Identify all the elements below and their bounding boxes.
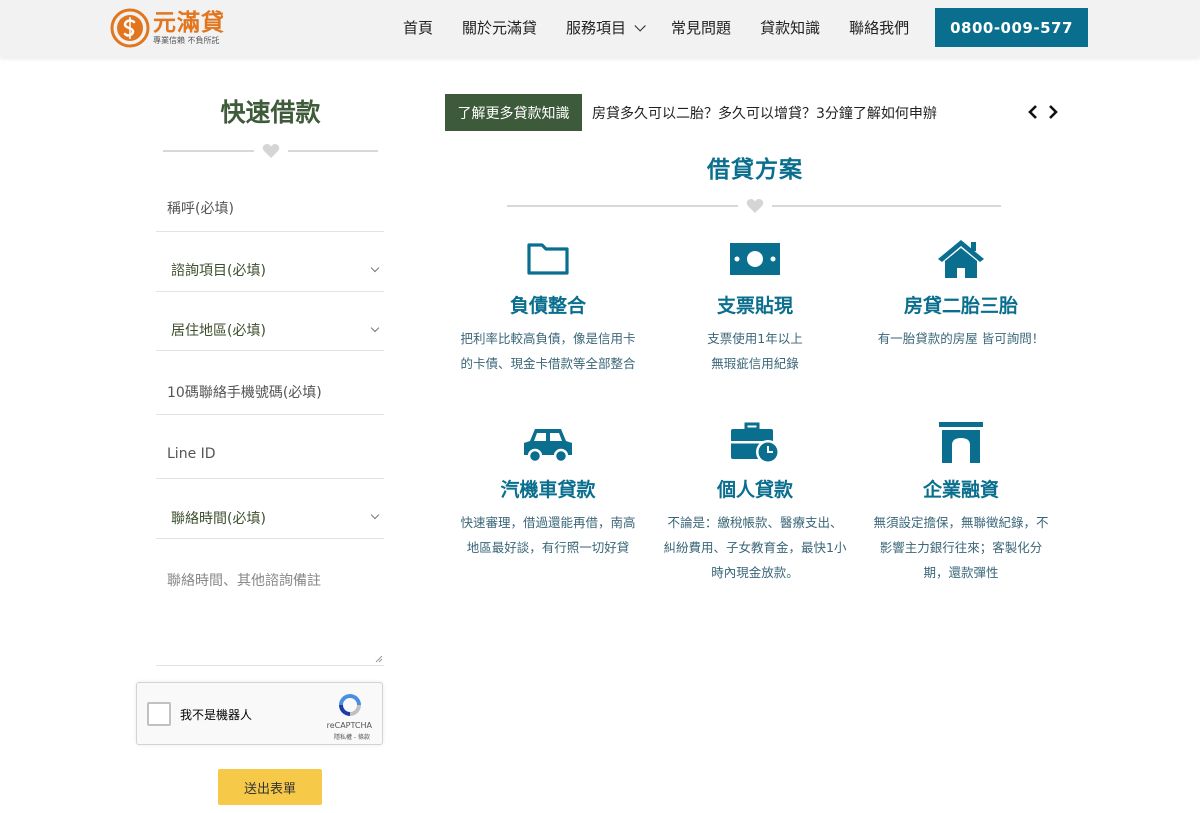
site-logo[interactable]: 元滿貸 專業信賴 不負所託 bbox=[110, 8, 225, 48]
nav-faq[interactable]: 常見問題 bbox=[671, 18, 731, 38]
archway-icon bbox=[939, 422, 983, 463]
recaptcha-brand: reCAPTCHA bbox=[326, 721, 372, 730]
logo-name: 元滿貸 bbox=[153, 10, 225, 36]
plan-title: 個人貸款 bbox=[716, 479, 793, 501]
plan-title: 房貸二胎三胎 bbox=[903, 295, 1018, 317]
plan-card-vehicle-loan[interactable]: 汽機車貸款 快速審理，借過還能再借，南高 地區最好談，有行照一切好貸 bbox=[448, 421, 648, 560]
mobile-placeholder: 10碼聯絡手機號碼(必填) bbox=[167, 385, 322, 401]
plan-description: 不論是：繳稅帳款、醫療支出、 糾紛費用、子女教育金，最快1小 時內現金放款。 bbox=[663, 515, 847, 580]
line-id-placeholder: Line ID bbox=[167, 446, 216, 462]
plan-card-second-mortgage[interactable]: 房貸二胎三胎 有一胎貸款的房屋 皆可詢問！ bbox=[861, 237, 1061, 351]
nav-knowledge[interactable]: 貸款知識 bbox=[760, 18, 820, 38]
recaptcha-widget: 我不是機器人 reCAPTCHA 隱私權 - 條款 bbox=[136, 682, 383, 745]
plan-title: 企業融資 bbox=[922, 479, 999, 501]
heart-icon bbox=[746, 199, 764, 213]
name-placeholder: 稱呼(必填) bbox=[167, 201, 234, 217]
plan-description: 有一胎貸款的房屋 皆可詢問！ bbox=[877, 331, 1045, 346]
contact-time-select[interactable]: 聯絡時間(必填) bbox=[156, 479, 384, 539]
chevron-down-icon bbox=[370, 510, 380, 520]
house-icon bbox=[938, 240, 984, 278]
region-value: 居住地區(必填) bbox=[171, 323, 266, 339]
plan-description: 把利率比較高負債，像是信用卡 的卡債、現金卡借款等全部整合 bbox=[460, 331, 636, 371]
plan-title: 負債整合 bbox=[509, 295, 586, 317]
plan-card-business-financing[interactable]: 企業融資 無須設定擔保，無聯徵紀錄，不 影響主力銀行往來；客製化分 期，還款彈性 bbox=[861, 421, 1061, 585]
folder-icon bbox=[527, 243, 569, 275]
submit-button[interactable]: 送出表單 bbox=[218, 769, 322, 805]
phone-button[interactable]: 0800-009-577 bbox=[935, 8, 1088, 47]
plan-card-check-discount[interactable]: 支票貼現 支票使用1年以上 無瑕疵信用紀錄 bbox=[655, 237, 855, 376]
plan-card-debt-consolidation[interactable]: 負債整合 把利率比較高負債，像是信用卡 的卡債、現金卡借款等全部整合 bbox=[448, 237, 648, 376]
consult-item-select[interactable]: 諮詢項目(必填) bbox=[156, 232, 384, 292]
news-ticker-title[interactable]: 房貸多久可以二胎？多久可以增貸？3分鐘了解如何申辦 bbox=[592, 103, 937, 123]
recaptcha-terms[interactable]: 隱私權 - 條款 bbox=[334, 732, 370, 741]
site-header: 元滿貸 專業信賴 不負所託 首頁 關於元滿貸 服務項目 常見問題 貸款知識 聯絡… bbox=[0, 0, 1200, 57]
contact-time-value: 聯絡時間(必填) bbox=[171, 511, 266, 527]
chevron-down-icon bbox=[370, 263, 380, 273]
knowledge-tag-button[interactable]: 了解更多貸款知識 bbox=[445, 94, 582, 131]
nav-contact[interactable]: 聯絡我們 bbox=[849, 18, 909, 38]
recaptcha-logo-icon bbox=[339, 694, 361, 716]
plan-description: 無須設定擔保，無聯徵紀錄，不 影響主力銀行往來；客製化分 期，還款彈性 bbox=[873, 515, 1049, 580]
notes-placeholder: 聯絡時間、其他諮詢備註 bbox=[167, 573, 321, 589]
plan-description: 支票使用1年以上 無瑕疵信用紀錄 bbox=[707, 331, 803, 371]
nav-about[interactable]: 關於元滿貸 bbox=[462, 18, 537, 38]
nav-services[interactable]: 服務項目 bbox=[566, 18, 646, 38]
plan-description: 快速審理，借過還能再借，南高 地區最好談，有行照一切好貸 bbox=[460, 515, 636, 555]
plans-title: 借貸方案 bbox=[707, 157, 803, 183]
chevron-down-icon bbox=[634, 20, 646, 32]
resize-handle-icon[interactable] bbox=[375, 655, 383, 663]
consult-item-value: 諮詢項目(必填) bbox=[171, 263, 266, 279]
chevron-right-icon[interactable] bbox=[1046, 104, 1060, 120]
logo-coin-icon bbox=[110, 8, 150, 48]
nav-services-label: 服務項目 bbox=[566, 19, 627, 37]
recaptcha-label: 我不是機器人 bbox=[180, 708, 253, 722]
plan-title: 汽機車貸款 bbox=[500, 479, 596, 501]
form-title: 快速借款 bbox=[220, 98, 321, 127]
plan-card-personal-loan[interactable]: 個人貸款 不論是：繳稅帳款、醫療支出、 糾紛費用、子女教育金，最快1小 時內現金… bbox=[655, 421, 855, 585]
mobile-field[interactable]: 10碼聯絡手機號碼(必填) bbox=[156, 351, 384, 415]
line-id-field[interactable]: Line ID bbox=[156, 415, 384, 479]
plans-divider bbox=[507, 198, 1001, 214]
region-select[interactable]: 居住地區(必填) bbox=[156, 292, 384, 351]
recaptcha-checkbox[interactable] bbox=[147, 702, 171, 726]
logo-slogan: 專業信賴 不負所託 bbox=[153, 36, 220, 45]
notes-textarea[interactable]: 聯絡時間、其他諮詢備註 bbox=[156, 539, 384, 666]
form-divider bbox=[163, 143, 378, 159]
briefcase-clock-icon bbox=[731, 422, 780, 464]
name-field[interactable]: 稱呼(必填) bbox=[156, 185, 384, 232]
main-nav: 首頁 關於元滿貸 服務項目 常見問題 貸款知識 聯絡我們 bbox=[403, 18, 938, 38]
money-bill-icon bbox=[730, 243, 780, 275]
nav-home[interactable]: 首頁 bbox=[403, 18, 433, 38]
heart-icon bbox=[262, 144, 280, 158]
car-icon bbox=[524, 429, 572, 464]
chevron-left-icon[interactable] bbox=[1026, 104, 1040, 120]
chevron-down-icon bbox=[370, 323, 380, 333]
plan-title: 支票貼現 bbox=[716, 295, 793, 317]
